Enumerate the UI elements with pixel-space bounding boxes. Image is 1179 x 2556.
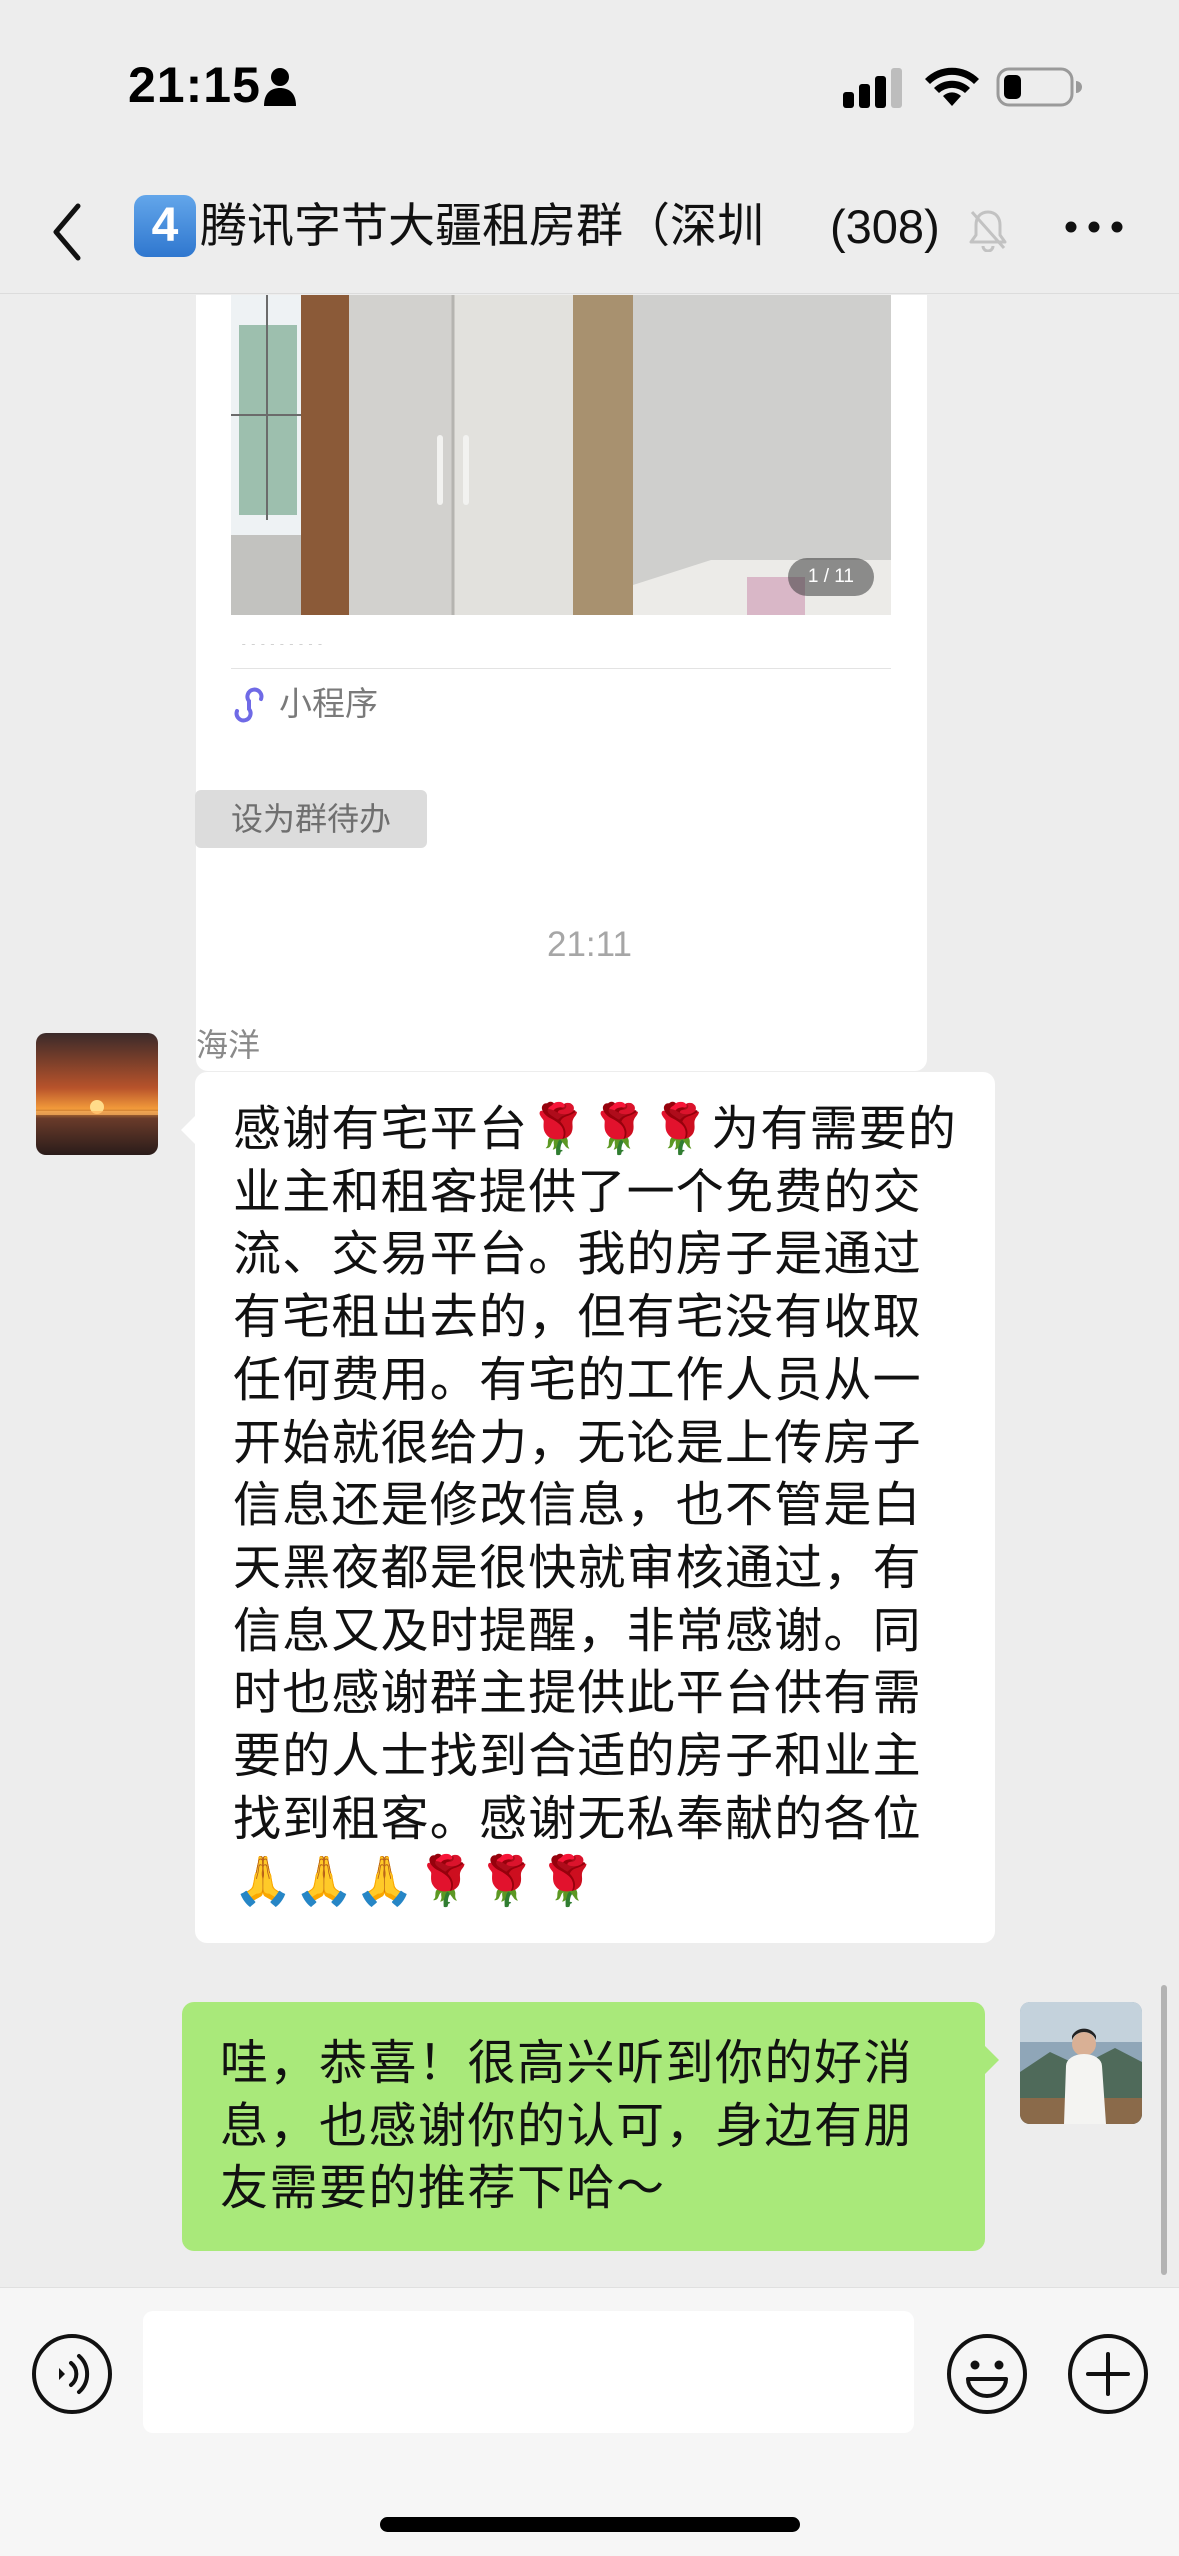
input-bar bbox=[0, 2287, 1179, 2556]
battery-icon bbox=[996, 67, 1082, 107]
message-list[interactable]: 1 / 11 ········· 小程序 设为群待办 21:11 bbox=[0, 295, 1179, 2287]
avatar[interactable] bbox=[36, 1033, 158, 1155]
status-bar: 21:15 bbox=[0, 0, 1179, 170]
scroll-indicator[interactable] bbox=[1161, 1985, 1167, 2275]
listing-photo: 1 / 11 bbox=[231, 295, 891, 615]
card-divider bbox=[231, 668, 891, 669]
mini-program-label: 小程序 bbox=[279, 684, 378, 723]
group-title[interactable]: 腾讯字节大疆租房群（深圳 bbox=[200, 194, 825, 260]
status-time: 21:15 bbox=[128, 57, 261, 113]
back-icon[interactable] bbox=[46, 200, 86, 264]
incoming-message-bubble[interactable]: 感谢有宅平台🌹🌹🌹为有需要的业主和租客提供了一个免费的交流、交易平台。我的房子是… bbox=[181, 1072, 995, 1943]
mini-program-icon bbox=[234, 687, 264, 723]
wifi-icon bbox=[925, 67, 979, 106]
mute-icon bbox=[969, 210, 1007, 252]
home-indicator[interactable] bbox=[380, 2517, 800, 2532]
emoji-icon[interactable] bbox=[945, 2332, 1029, 2416]
signal-icon bbox=[843, 68, 902, 108]
person-icon bbox=[264, 68, 296, 106]
chat-header: 4 腾讯字节大疆租房群（深圳 (308) bbox=[0, 170, 1179, 294]
sender-name: 海洋 bbox=[196, 1026, 261, 1064]
message-input[interactable] bbox=[143, 2311, 914, 2433]
set-group-todo-button[interactable]: 设为群待办 bbox=[195, 790, 427, 848]
card-title-clipped: ········· bbox=[231, 625, 891, 646]
message-timestamp: 21:11 bbox=[547, 925, 632, 964]
outgoing-message-bubble[interactable]: 哇，恭喜！很高兴听到你的好消息，也感谢你的认可，身边有朋友需要的推荐下哈～ bbox=[182, 2002, 999, 2251]
plus-icon[interactable] bbox=[1066, 2332, 1150, 2416]
photo-counter: 1 / 11 bbox=[787, 558, 874, 596]
my-avatar[interactable] bbox=[1020, 2002, 1142, 2124]
voice-icon[interactable] bbox=[30, 2332, 114, 2416]
more-icon[interactable] bbox=[1064, 220, 1124, 234]
group-number-badge: 4 bbox=[134, 195, 196, 257]
member-count: (308) bbox=[830, 200, 940, 253]
